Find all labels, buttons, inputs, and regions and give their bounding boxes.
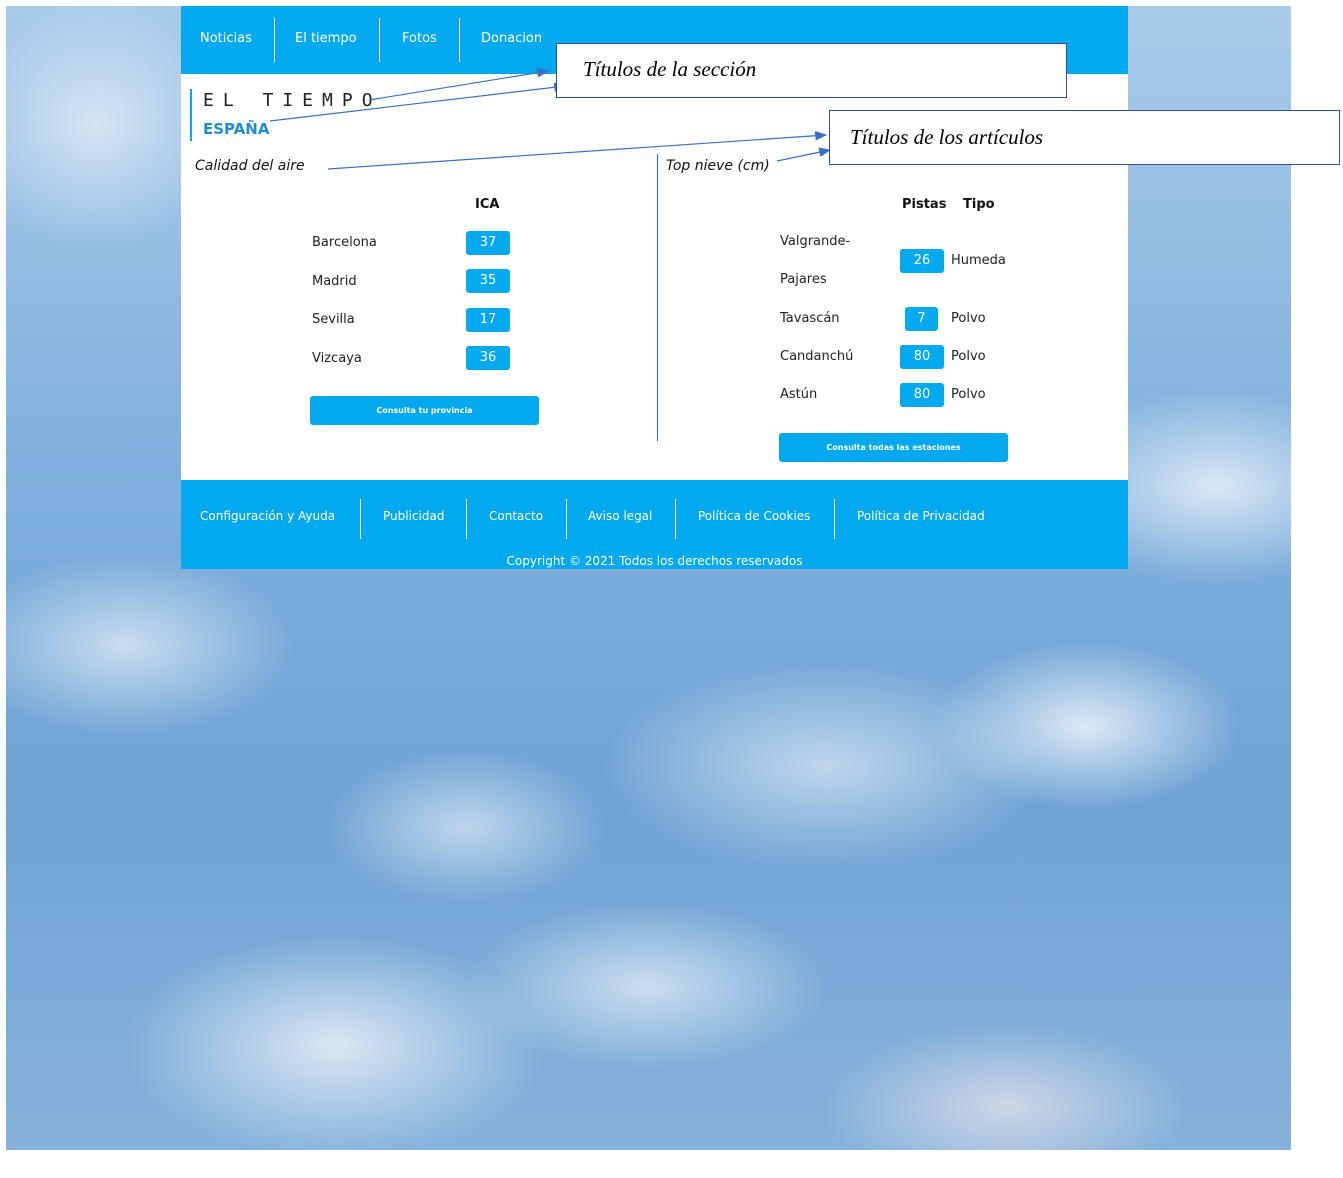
nav-divider — [379, 18, 380, 62]
snow-type: Polvo — [951, 387, 986, 402]
pistas-value-badge: 80 — [900, 383, 944, 407]
nav-divider — [459, 18, 460, 62]
footer-divider — [675, 499, 676, 539]
callout-article-titles-text: Títulos de los artículos — [850, 125, 1044, 149]
ica-value-badge: 35 — [466, 269, 510, 293]
pistas-value-badge: 80 — [900, 345, 944, 369]
nav-noticias[interactable]: Noticias — [200, 19, 252, 59]
snow-title: Top nieve (cm) — [666, 158, 770, 174]
footer-link-publicidad[interactable]: Publicidad — [383, 509, 444, 523]
ica-value-badge: 17 — [466, 308, 510, 332]
pistas-header: Pistas — [902, 197, 947, 212]
city-name: Sevilla — [312, 312, 355, 327]
consulta-estaciones-button[interactable]: Consulta todas las estaciones — [779, 433, 1008, 462]
consulta-provincia-button[interactable]: Consulta tu provincia — [310, 396, 539, 425]
ica-value-badge: 36 — [466, 346, 510, 370]
footer-link-contacto[interactable]: Contacto — [489, 509, 543, 523]
callout-article-titles: Títulos de los artículos — [829, 110, 1340, 165]
snow-type: Polvo — [951, 349, 986, 364]
station-name: Valgrande- — [780, 234, 851, 249]
footer-link-cookies[interactable]: Política de Cookies — [698, 509, 810, 523]
pistas-value-badge: 7 — [905, 307, 938, 331]
air-quality-title: Calidad del aire — [195, 158, 305, 174]
copyright-text: Copyright © 2021 Todos los derechos rese… — [506, 554, 803, 568]
station-name: Candanchú — [780, 349, 854, 364]
pistas-value-badge: 26 — [900, 249, 944, 273]
station-name: Tavascán — [780, 311, 840, 326]
footer-divider — [566, 499, 567, 539]
column-divider — [657, 154, 658, 441]
ica-header: ICA — [475, 197, 500, 212]
nav-donacion[interactable]: Donacion — [481, 19, 542, 59]
snow-type: Polvo — [951, 311, 986, 326]
section-subtitle: ESPAÑA — [203, 120, 270, 138]
footer-divider — [360, 499, 361, 539]
footer-link-privacidad[interactable]: Política de Privacidad — [857, 509, 985, 523]
city-name: Vizcaya — [312, 351, 362, 366]
tipo-header: Tipo — [963, 197, 995, 212]
ica-value-badge: 37 — [466, 231, 510, 255]
callout-section-titles-text: Títulos de la sección — [583, 57, 757, 81]
footer-divider — [834, 499, 835, 539]
city-name: Madrid — [312, 274, 357, 289]
station-name: Astún — [780, 387, 818, 402]
city-name: Barcelona — [312, 235, 377, 250]
nav-divider — [274, 18, 275, 62]
section-title: EL TIEMPO — [203, 90, 382, 111]
snow-type: Humeda — [951, 253, 1006, 268]
callout-section-titles: Títulos de la sección — [556, 43, 1067, 98]
footer: Configuración y Ayuda Publicidad Contact… — [181, 480, 1128, 569]
footer-link-aviso-legal[interactable]: Aviso legal — [588, 509, 652, 523]
nav-fotos[interactable]: Fotos — [402, 19, 437, 59]
footer-link-configuracion[interactable]: Configuración y Ayuda — [200, 509, 335, 523]
nav-el-tiempo[interactable]: El tiempo — [295, 19, 357, 59]
section-accent-bar — [190, 89, 192, 141]
station-name: Pajares — [780, 272, 827, 287]
footer-divider — [466, 499, 467, 539]
